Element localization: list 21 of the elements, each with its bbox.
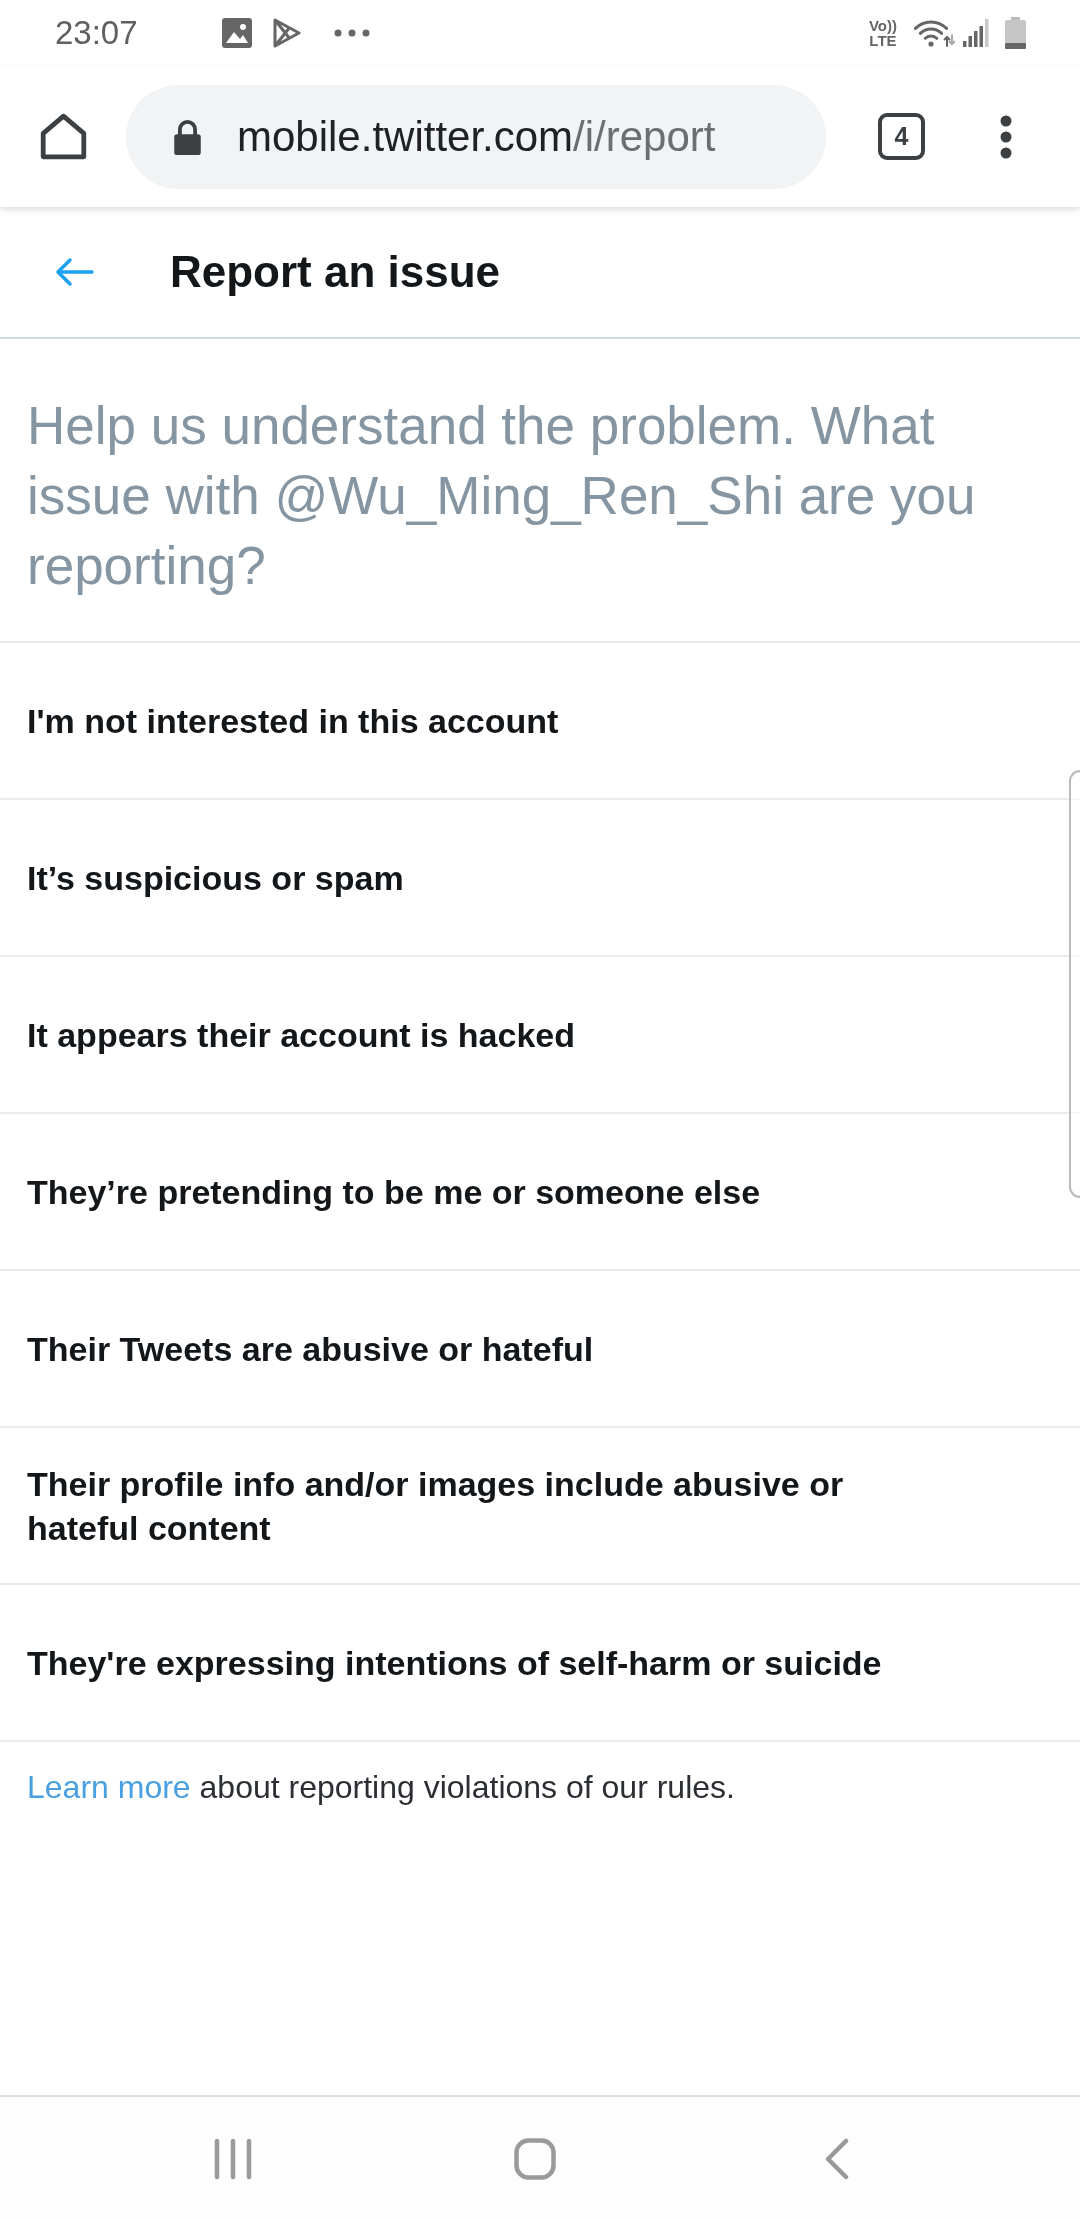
address-bar[interactable]: mobile.twitter.com/i/report (126, 84, 826, 189)
signal-icon (963, 19, 990, 47)
volte-indicator: Vo)) LTE (868, 18, 897, 48)
back-arrow-icon[interactable] (55, 257, 95, 287)
footer-text: Learn more about reporting violations of our rules. (26, 1768, 736, 1807)
back-icon[interactable] (825, 2137, 849, 2180)
url-text: mobile.twitter.com/i/report (237, 112, 716, 161)
battery-icon (1005, 17, 1026, 49)
status-time: 23:07 (55, 14, 138, 52)
tab-switcher-button[interactable]: 4 (878, 113, 925, 160)
wifi-icon (913, 18, 955, 48)
recent-apps-icon[interactable] (214, 2137, 252, 2180)
home-icon[interactable] (40, 113, 87, 160)
more-options-icon[interactable] (1000, 114, 1012, 159)
page-title: Report an issue (170, 247, 501, 297)
image-icon (221, 18, 252, 48)
home-button-icon[interactable] (514, 2137, 556, 2180)
edge-panel-handle[interactable] (1069, 770, 1080, 1198)
lock-icon (172, 118, 203, 155)
more-notifications-icon (333, 29, 370, 37)
play-store-icon (272, 18, 301, 48)
